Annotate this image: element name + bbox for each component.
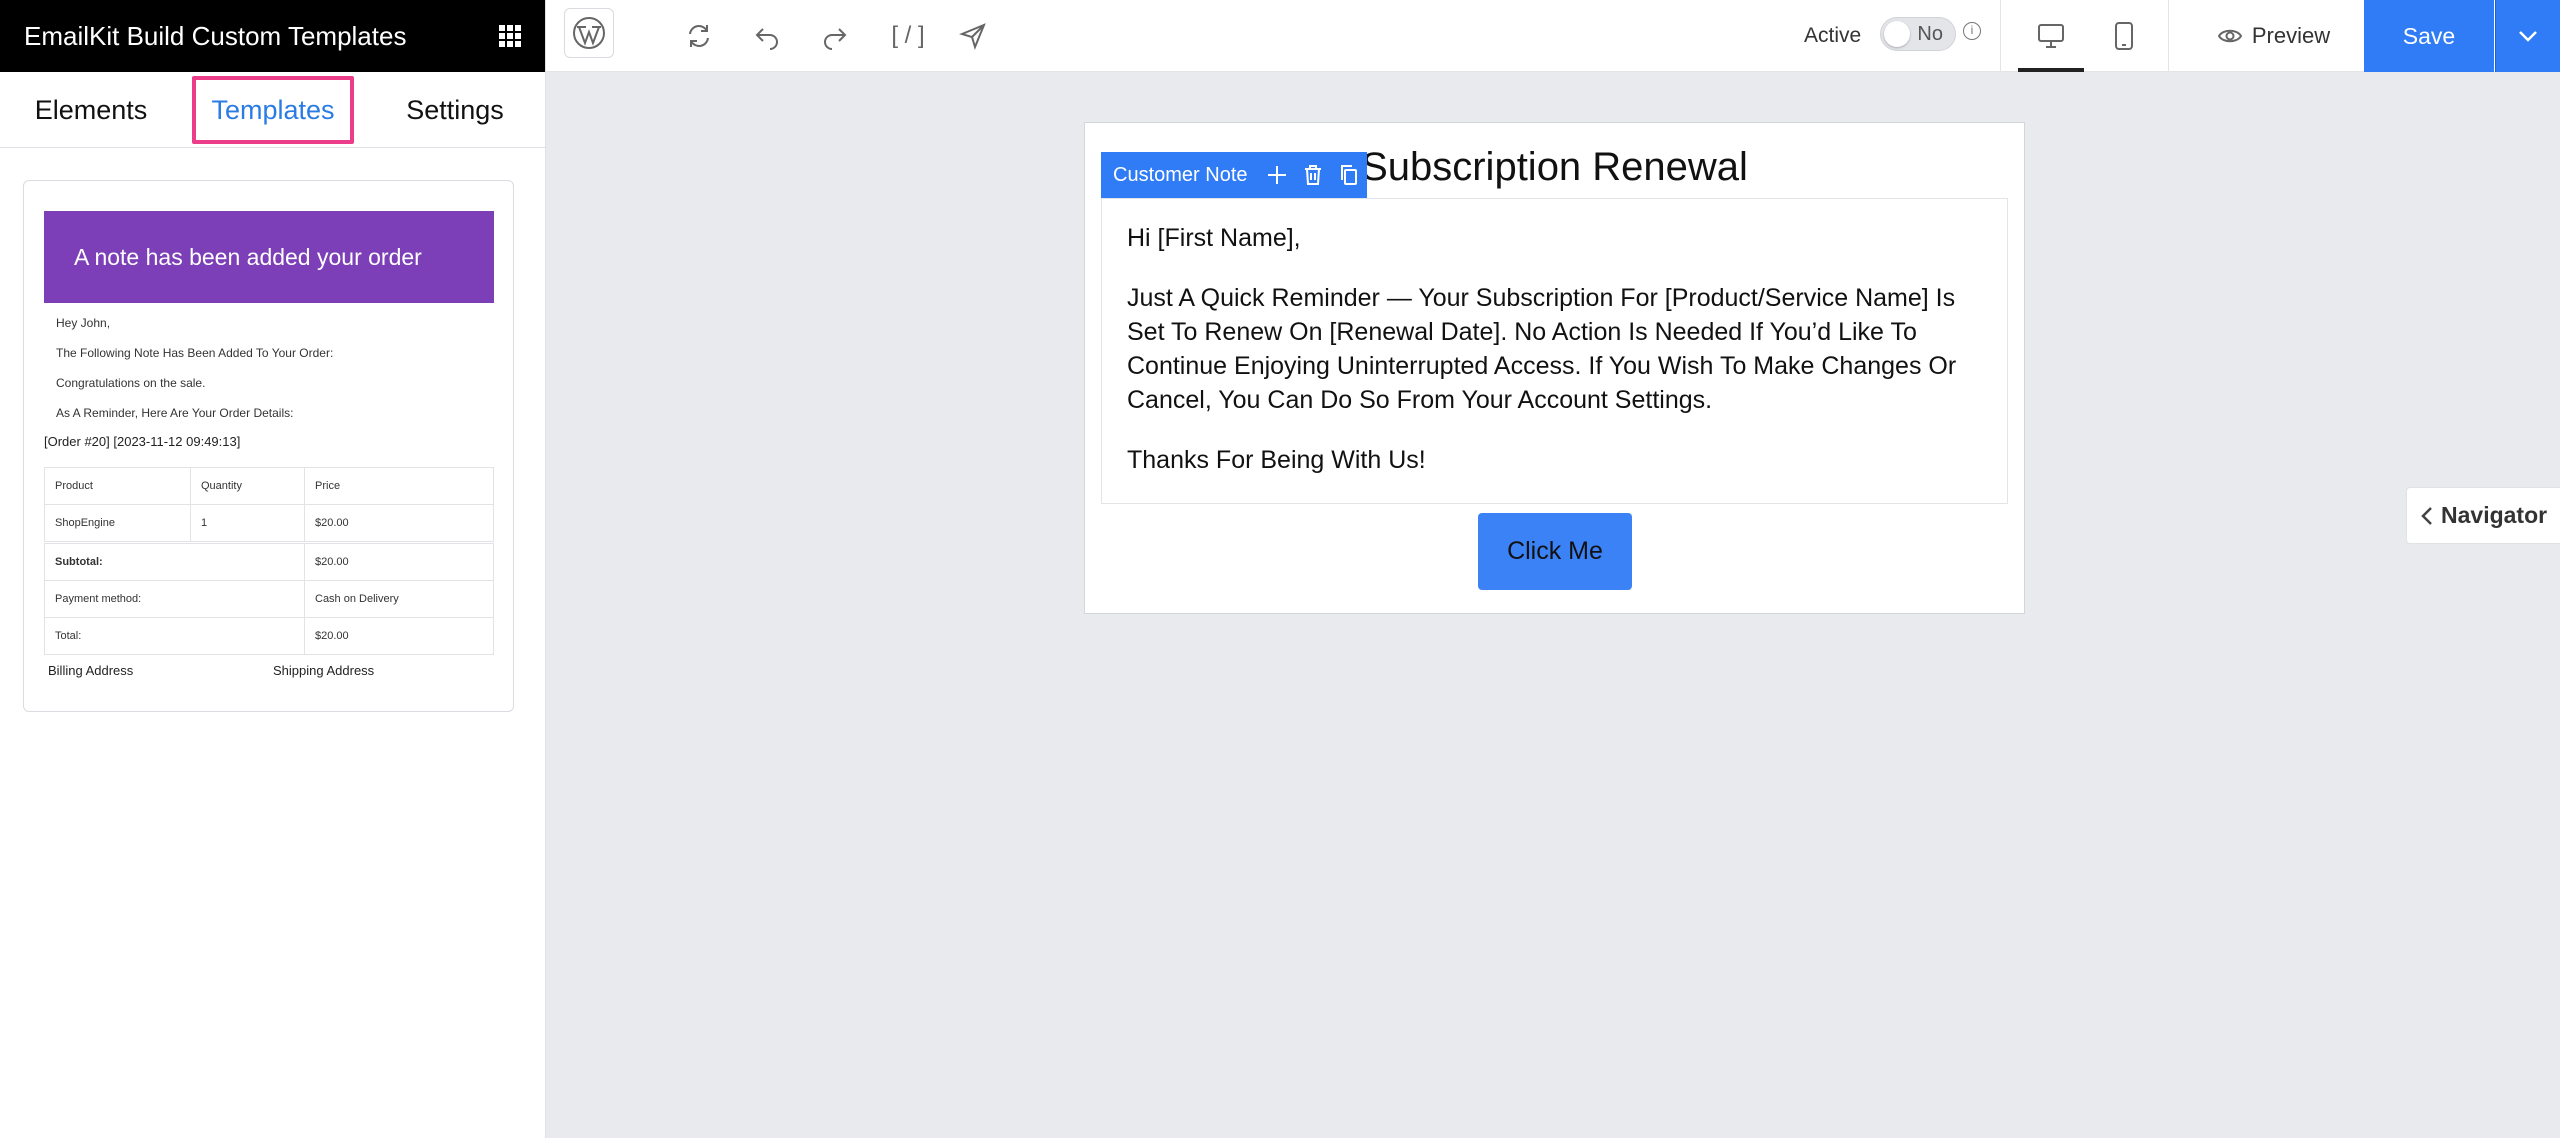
template-card[interactable]: A note has been added your order Hey Joh… — [23, 180, 514, 712]
table-header-cell: Product — [44, 467, 191, 505]
trash-icon[interactable] — [1298, 160, 1328, 190]
duplicate-icon[interactable] — [1334, 160, 1364, 190]
customer-note-toolbar: Customer Note — [1101, 152, 1367, 198]
active-view-indicator — [2018, 68, 2084, 72]
table-row: Product Quantity Price — [44, 467, 494, 505]
desktop-icon — [2038, 24, 2064, 48]
billing-address-label: Billing Address — [48, 663, 134, 678]
undo-icon[interactable] — [744, 0, 790, 72]
template-line: Hey John, — [56, 316, 111, 330]
table-row: Payment method: Cash on Delivery — [44, 580, 494, 618]
table-header-cell: Price — [304, 467, 494, 505]
totals-label: Payment method: — [44, 580, 305, 618]
tab-templates[interactable]: Templates — [192, 76, 354, 144]
template-line: Congratulations on the sale. — [56, 376, 206, 390]
customer-note-label: Customer Note — [1113, 163, 1248, 186]
table-row: ShopEngine 1 $20.00 — [44, 504, 494, 542]
totals-value: Cash on Delivery — [304, 580, 494, 618]
redo-icon[interactable] — [812, 0, 858, 72]
add-icon[interactable] — [1262, 160, 1292, 190]
mobile-view-button[interactable] — [2094, 0, 2154, 72]
shipping-address-label: Shipping Address — [273, 663, 375, 678]
table-row: Total: $20.00 — [44, 617, 494, 655]
note-paragraph: Hi [First Name], — [1127, 224, 1301, 252]
active-toggle[interactable]: No — [1880, 17, 1956, 51]
email-canvas[interactable]: Subscription Renewal Hi [First Name], Ju… — [1084, 122, 2025, 614]
shortcode-icon[interactable]: [ / ] — [880, 0, 936, 72]
preview-button[interactable]: Preview — [2209, 0, 2339, 72]
app-title: EmailKit Build Custom Templates — [24, 20, 407, 51]
tab-settings[interactable]: Settings — [364, 72, 546, 148]
refresh-icon[interactable] — [676, 0, 722, 72]
toggle-value: No — [1917, 23, 1943, 45]
active-label: Active — [1804, 24, 1862, 47]
preview-label: Preview — [2251, 23, 2331, 48]
template-line: The Following Note Has Been Added To You… — [56, 346, 334, 360]
table-cell: 1 — [190, 504, 305, 542]
eye-icon — [2217, 29, 2242, 43]
desktop-view-button[interactable] — [2018, 0, 2084, 72]
table-header-cell: Quantity — [190, 467, 305, 505]
table-cell: ShopEngine — [44, 504, 191, 542]
note-paragraph: Just A Quick Reminder — Your Subscriptio… — [1127, 284, 1957, 414]
template-totals-table: Subtotal: $20.00 Payment method: Cash on… — [44, 543, 494, 655]
save-button[interactable]: Save — [2364, 0, 2494, 72]
totals-value: $20.00 — [304, 543, 494, 581]
info-icon[interactable]: i — [1963, 22, 1981, 40]
navigator-toggle[interactable]: Navigator — [2406, 487, 2560, 544]
click-me-button[interactable]: Click Me — [1478, 513, 1632, 590]
wordpress-icon[interactable] — [564, 8, 614, 58]
chevron-left-icon — [2421, 506, 2432, 525]
mobile-icon — [2115, 22, 2133, 50]
chevron-down-icon — [2519, 31, 2537, 42]
template-order-ref: [Order #20] [2023-11-12 09:49:13] — [44, 434, 241, 449]
divider — [2168, 0, 2169, 72]
note-paragraph: Thanks For Being With Us! — [1127, 446, 1426, 474]
tab-elements[interactable]: Elements — [0, 72, 182, 148]
toggle-knob — [1884, 21, 1910, 47]
totals-label: Total: — [44, 617, 305, 655]
navigator-label: Navigator — [2441, 502, 2548, 528]
table-row: Subtotal: $20.00 — [44, 543, 494, 581]
apps-grid-icon[interactable] — [499, 25, 521, 47]
left-panel: EmailKit Build Custom Templates Elements… — [0, 0, 546, 1138]
template-line: As A Reminder, Here Are Your Order Detai… — [56, 406, 294, 420]
totals-value: $20.00 — [304, 617, 494, 655]
panel-tabs: Elements Templates Settings — [0, 72, 545, 148]
send-icon[interactable] — [950, 0, 996, 72]
divider — [2000, 0, 2001, 72]
app-header: EmailKit Build Custom Templates — [0, 0, 545, 72]
table-cell: $20.00 — [304, 504, 494, 542]
customer-note-block[interactable]: Hi [First Name], Just A Quick Reminder —… — [1101, 198, 2008, 504]
save-options-button[interactable] — [2495, 0, 2560, 72]
template-order-table: Product Quantity Price ShopEngine 1 $20.… — [44, 467, 494, 542]
template-header: A note has been added your order — [44, 211, 494, 303]
totals-label: Subtotal: — [44, 543, 305, 581]
top-toolbar: [ / ] Active No i Preview Save — [546, 0, 2560, 72]
